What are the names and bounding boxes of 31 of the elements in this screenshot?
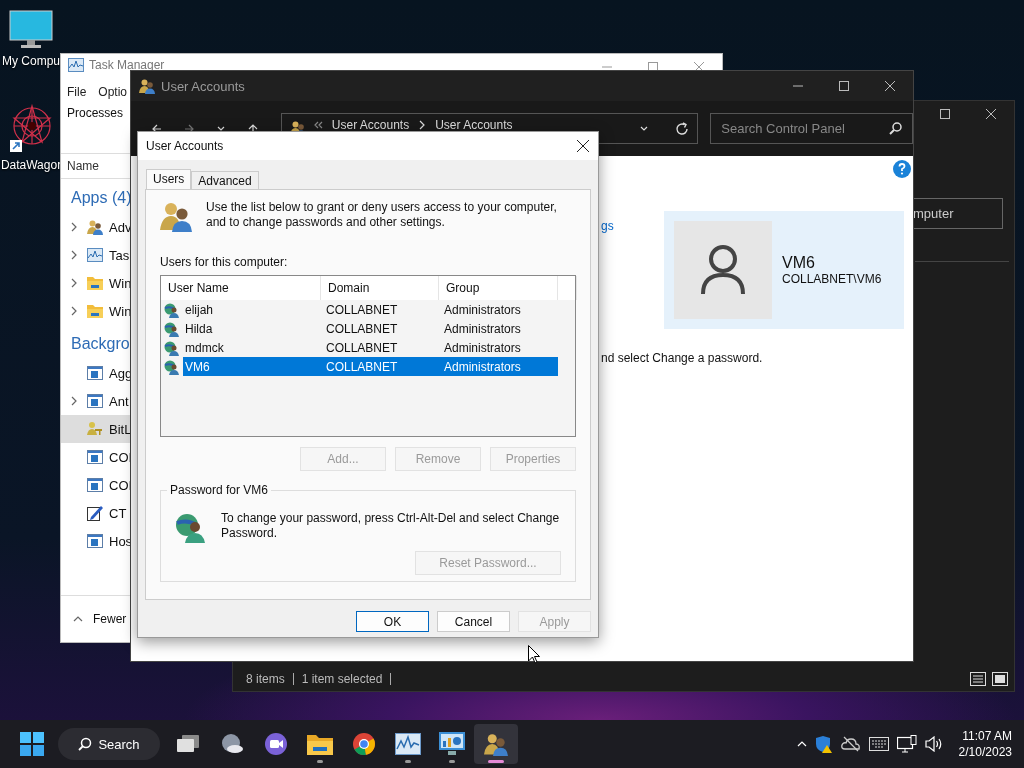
clock-time: 11:07 AM	[962, 728, 1012, 744]
group-cell-text: Administrators	[443, 339, 522, 357]
process-name: BitL	[109, 421, 132, 437]
desktop-icon-label: DataWagor	[0, 158, 62, 172]
dialog-title: User Accounts	[146, 139, 224, 153]
clock-date: 2/10/2023	[958, 744, 1012, 760]
instruction-text: nd select Change a password.	[601, 351, 763, 365]
process-name: Tas	[109, 247, 130, 263]
group-cell: Administrators	[439, 357, 558, 376]
window-title: Task Manager	[89, 58, 165, 72]
intro-text: Use the list below to grant or deny users access to your computer, and to change passwords and other settings.	[206, 200, 558, 230]
process-name: Adv	[109, 219, 132, 235]
domain-cell-text: COLLABNET	[325, 301, 399, 319]
group-label: Password for VM6	[167, 483, 272, 497]
domain-cell-text: COLLABNET	[325, 320, 399, 338]
process-name: Ant	[109, 393, 129, 409]
desktop-icon-label: My Compu	[2, 54, 60, 68]
group-heading: Apps (4)	[71, 189, 132, 206]
domain-cell: COLLABNET	[321, 357, 439, 376]
group-cell-text: Administrators	[443, 320, 522, 338]
group-heading: Backgro	[71, 335, 130, 352]
password-text: To change your password, press Ctrl-Alt-Del and select Change Password.	[221, 511, 561, 541]
group-cell-text: Administrators	[443, 301, 522, 319]
window-title: User Accounts	[161, 78, 245, 94]
status-text: 8 items	[246, 673, 294, 685]
list-label: Users for this computer:	[160, 255, 288, 269]
user-name: VM6	[782, 254, 816, 272]
domain-cell-text: COLLABNET	[325, 339, 399, 357]
user-account: COLLABNET\VM6	[782, 272, 882, 286]
process-name: CT	[109, 505, 127, 521]
status-text: 1 item selected	[301, 673, 392, 685]
